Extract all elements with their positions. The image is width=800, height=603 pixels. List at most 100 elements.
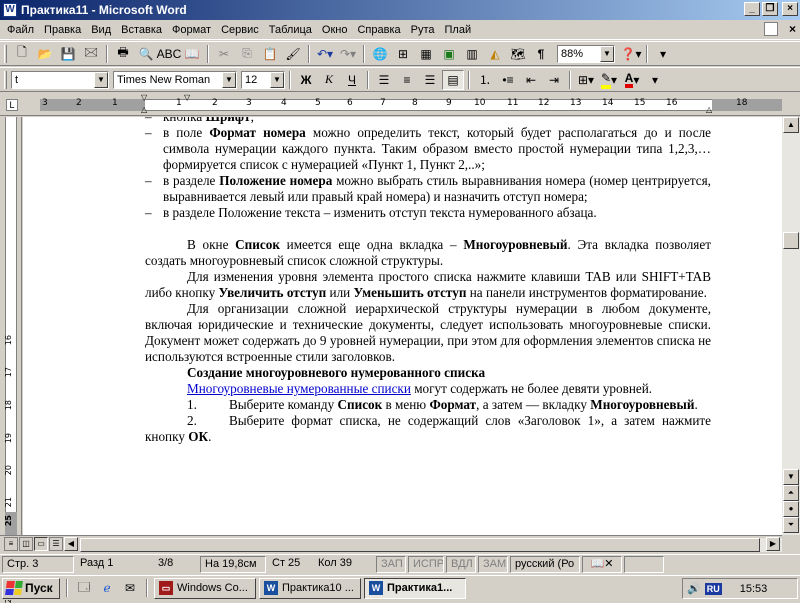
align-center-icon[interactable]: ≡ [396, 70, 418, 90]
spelling-icon[interactable]: ABC [157, 44, 182, 64]
undo-icon[interactable]: ↶▾ [314, 44, 336, 64]
scroll-up-icon[interactable]: ▲ [783, 117, 799, 133]
show-desktop-icon[interactable]: 🗔 [74, 578, 94, 598]
italic-button[interactable]: К [318, 70, 340, 90]
align-right-icon[interactable]: ☰ [419, 70, 441, 90]
menu-insert[interactable]: Вставка [116, 24, 167, 36]
research-icon[interactable]: 📖 [181, 44, 203, 64]
horizontal-scrollbar[interactable]: ≡ ◫ ▭ ☰ ◀ ▶ [0, 535, 782, 553]
copy-icon[interactable]: ⎘ [236, 44, 258, 64]
font-color-icon[interactable]: A ▾ [621, 70, 643, 90]
status-record[interactable]: ЗАП [376, 556, 406, 573]
tab-selector-icon[interactable]: L [6, 99, 18, 111]
toolbar-grip[interactable] [4, 70, 7, 89]
menu-tools[interactable]: Сервис [216, 24, 264, 36]
scroll-down-icon[interactable]: ▼ [783, 469, 799, 485]
decrease-indent-icon[interactable]: ⇤ [520, 70, 542, 90]
highlight-icon[interactable]: ✎ ▾ [598, 70, 620, 90]
close-button[interactable]: × [782, 2, 798, 16]
hyperlink[interactable]: Многоуровневые нумерованные списки [187, 381, 411, 396]
status-track-changes[interactable]: ИСПР [408, 556, 444, 573]
columns-icon[interactable]: ▥ [461, 44, 483, 64]
browse-object-icon[interactable]: ● [783, 501, 799, 517]
insert-table-icon[interactable]: ▦ [415, 44, 437, 64]
ask-question-box[interactable] [764, 22, 778, 36]
menu-file[interactable]: Файл [2, 24, 39, 36]
cut-icon[interactable]: ✂ [213, 44, 235, 64]
clock[interactable]: 15:53 [740, 583, 768, 595]
menu-view[interactable]: Вид [86, 24, 116, 36]
document-page[interactable]: кнопка Шрифт; в поле Формат номера можно… [145, 117, 711, 445]
taskbar-item-active[interactable]: W Практика1... [364, 577, 466, 599]
left-indent-marker[interactable]: △ [141, 105, 147, 114]
format-painter-icon[interactable]: 🖌 [282, 44, 304, 64]
font-size-select[interactable]: 12 ▼ [241, 70, 285, 89]
open-folder-icon[interactable]: 📂 [34, 44, 56, 64]
menu-ruta[interactable]: Рута [406, 24, 440, 36]
menu-format[interactable]: Формат [167, 24, 216, 36]
print-layout-icon[interactable]: ▭ [34, 537, 48, 551]
zoom-dropdown-icon[interactable]: ▼ [600, 45, 614, 62]
maximize-button[interactable]: ❐ [762, 2, 778, 16]
hanging-indent-marker[interactable]: ▽ [184, 93, 190, 102]
save-icon[interactable]: 💾 [57, 44, 79, 64]
internet-explorer-icon[interactable]: ℯ [97, 578, 117, 598]
vertical-scrollbar[interactable]: ▲ ▼ ⏶ ● ⏷ [782, 117, 800, 535]
show-hide-icon[interactable]: ¶ [530, 44, 552, 64]
outlook-express-icon[interactable]: ✉ [120, 578, 140, 598]
increase-indent-icon[interactable]: ⇥ [543, 70, 565, 90]
borders-icon[interactable]: ⊞▾ [575, 70, 597, 90]
underline-button[interactable]: Ч [341, 70, 363, 90]
status-language[interactable]: русский (Ро [510, 556, 580, 573]
toolbar-options-icon[interactable]: ▾ [652, 44, 674, 64]
toolbar-options-icon[interactable]: ▾ [644, 70, 666, 90]
menu-window[interactable]: Окно [317, 24, 353, 36]
outline-view-icon[interactable]: ☰ [49, 537, 63, 551]
print-icon[interactable]: 🖶 [112, 44, 134, 64]
right-indent-marker[interactable]: △ [706, 105, 712, 114]
tables-borders-icon[interactable]: ⊞ [392, 44, 414, 64]
insert-excel-icon[interactable]: ▣ [438, 44, 460, 64]
paste-icon[interactable]: 📋 [259, 44, 281, 64]
zoom-select[interactable]: 88% ▼ [557, 44, 615, 63]
normal-view-icon[interactable]: ≡ [4, 537, 18, 551]
style-select[interactable]: t ▼ [11, 70, 109, 89]
hyperlink-icon[interactable]: 🌐 [369, 44, 391, 64]
print-preview-icon[interactable]: 🔍 [135, 44, 157, 64]
menu-help[interactable]: Справка [352, 24, 405, 36]
status-extend[interactable]: ВДЛ [446, 556, 476, 573]
horizontal-scroll-thumb[interactable] [80, 538, 760, 552]
web-layout-icon[interactable]: ◫ [19, 537, 33, 551]
language-indicator[interactable]: RU [704, 582, 722, 595]
permission-icon[interactable]: 🖂 [80, 44, 102, 64]
menu-table[interactable]: Таблица [264, 24, 317, 36]
font-select[interactable]: Times New Roman ▼ [113, 70, 237, 89]
document-area[interactable]: кнопка Шрифт; в поле Формат номера можно… [23, 117, 782, 535]
help-icon[interactable]: ❓▾ [620, 44, 642, 64]
close-document-icon[interactable]: × [789, 22, 796, 36]
menu-plai[interactable]: Плай [440, 24, 477, 36]
bullets-icon[interactable]: •≡ [497, 70, 519, 90]
next-page-icon[interactable]: ⏷ [783, 517, 799, 533]
scroll-left-icon[interactable]: ◀ [64, 537, 78, 551]
justify-icon[interactable]: ▤ [442, 69, 464, 90]
menu-edit[interactable]: Правка [39, 24, 86, 36]
font-dropdown-icon[interactable]: ▼ [222, 71, 236, 88]
toolbar-grip[interactable] [4, 44, 7, 63]
minimize-button[interactable]: _ [744, 2, 760, 16]
taskbar-item[interactable]: ▭ Windows Co... [154, 577, 256, 599]
drawing-icon[interactable]: ◭ [484, 44, 506, 64]
scroll-right-icon[interactable]: ▶ [766, 537, 780, 551]
start-button[interactable]: Пуск [2, 577, 60, 599]
style-dropdown-icon[interactable]: ▼ [94, 71, 108, 88]
redo-icon[interactable]: ↷▾ [337, 44, 359, 64]
spelling-status-icon[interactable]: 📖✕ [582, 556, 622, 573]
document-map-icon[interactable]: 🗺 [507, 44, 529, 64]
numbering-icon[interactable]: ⒈ [474, 70, 496, 90]
new-document-icon[interactable]: 🗋 [11, 44, 33, 64]
font-size-dropdown-icon[interactable]: ▼ [270, 71, 284, 88]
word-app-icon[interactable]: W [3, 3, 17, 17]
volume-icon[interactable]: 🔊 [687, 582, 701, 595]
status-page[interactable]: Стр. 3 [2, 556, 74, 573]
vertical-scroll-thumb[interactable] [783, 232, 799, 249]
